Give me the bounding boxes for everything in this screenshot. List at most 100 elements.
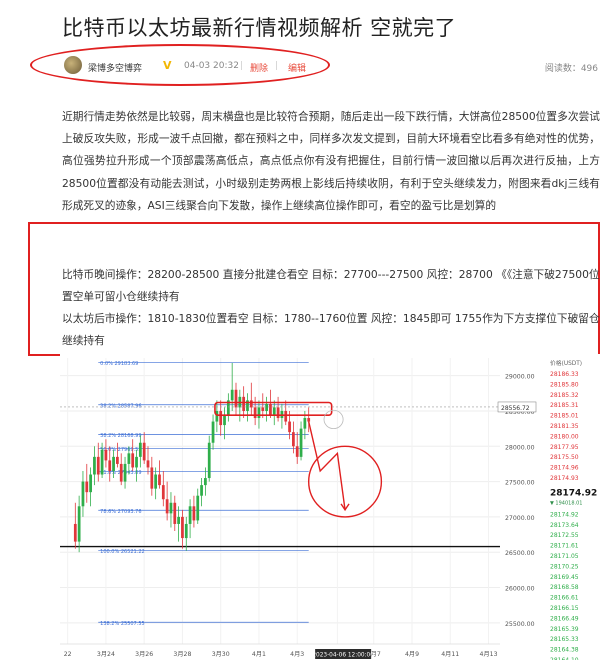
candle-body — [112, 456, 115, 471]
candle-body — [303, 418, 307, 429]
orderbook-header: 价格(USDT) — [550, 359, 582, 367]
candle-body — [104, 449, 108, 461]
candle-body — [138, 442, 142, 457]
candle-body — [119, 463, 123, 482]
candle-body — [188, 506, 192, 524]
orderbook-ask-price: 28177.95 — [550, 444, 579, 451]
orderbook-bid-price: 28165.33 — [550, 636, 579, 643]
orderbook-ask-price: 28175.50 — [550, 454, 579, 461]
candle-body — [154, 474, 158, 489]
orderbook-bid-price: 28169.45 — [550, 574, 579, 581]
article-title: 比特币以太坊最新行情视频解析 空就完了 — [62, 16, 457, 40]
candle-body — [295, 446, 299, 457]
candle-body — [181, 516, 184, 539]
candle-body — [288, 421, 291, 433]
candle-body — [165, 499, 169, 514]
x-axis-tick-label: 3月30 — [212, 651, 230, 658]
current-price-change: ▼ 194018.01 — [550, 500, 582, 506]
orderbook-bid-price: 28166.61 — [550, 595, 579, 602]
y-axis-tick-label: 29000.00 — [505, 374, 535, 381]
orderbook-bid-price: 28171.61 — [550, 543, 579, 550]
candle-body — [223, 414, 226, 426]
eth-operation-text: 以太坊后市操作：1810-1830位置看空 目标：1780--1760位置 风控… — [62, 312, 600, 347]
candle-body — [307, 418, 311, 422]
x-axis-tick-label: 4月13 — [480, 651, 498, 658]
candle-body — [100, 449, 104, 475]
y-axis-tick-label: 28000.00 — [505, 444, 535, 451]
candle-body — [257, 407, 261, 419]
orderbook-ask-price: 28185.80 — [550, 381, 579, 388]
x-axis-tick-label: 3月24 — [97, 651, 115, 658]
candle-body — [108, 460, 112, 471]
orderbook-ask-price: 28174.96 — [550, 465, 579, 472]
x-axis-tick-label: 3月26 — [135, 651, 153, 658]
fib-level-label: 38.2% 28168.99 — [100, 433, 141, 439]
candle-body — [261, 407, 265, 411]
orderbook-ask-price: 28174.93 — [550, 475, 579, 482]
orderbook-bid-price: 28171.05 — [550, 553, 579, 560]
candle-body — [204, 478, 207, 486]
candle-body — [299, 428, 303, 457]
candle-body — [215, 410, 219, 422]
candle-body — [207, 442, 211, 479]
fib-level-label: 0.0% 29183.69 — [100, 361, 138, 367]
candle-body — [276, 407, 280, 419]
candle-body — [158, 474, 161, 486]
chart-background — [60, 354, 600, 660]
x-axis-tick-label: 22 — [64, 651, 72, 658]
candle-body — [73, 523, 77, 542]
orderbook-bid-price: 28164.38 — [550, 647, 579, 654]
y-axis-tick-label: 27500.00 — [505, 480, 535, 487]
read-count: 阅读数：496 — [544, 64, 598, 74]
candle-body — [135, 456, 138, 468]
cursor-price-label: 28556.72 — [501, 405, 530, 412]
orderbook-ask-price: 28181.35 — [550, 423, 579, 430]
orderbook-bid-price: 28170.25 — [550, 563, 579, 570]
current-price: 28174.92 — [550, 488, 597, 498]
fib-level-label: 38.2% 28587.96 — [100, 403, 141, 409]
candle-body — [265, 403, 268, 411]
fib-level-label: 138.2% 25507.55 — [100, 621, 145, 627]
candle-body — [230, 389, 234, 401]
orderbook-bid-price: 28173.64 — [550, 522, 579, 529]
x-axis-tick-label: 3月28 — [173, 651, 191, 658]
candle-body — [77, 506, 81, 542]
candle-body — [131, 453, 135, 468]
orderbook-panel — [545, 354, 600, 660]
candle-body — [81, 481, 85, 507]
highlight-ellipse-annotation — [30, 44, 330, 86]
orderbook-bid-price: 28166.15 — [550, 605, 579, 612]
btc-operation-text: 比特币晚间操作：28200-28500 直接分批建仓看空 目标：27700---… — [62, 268, 600, 303]
candle-body — [269, 403, 272, 415]
candle-body — [177, 516, 180, 524]
x-axis-tick-label: 4月1 — [252, 651, 266, 658]
orderbook-bid-price: 28172.55 — [550, 532, 579, 539]
candle-body — [242, 396, 246, 411]
orderbook-bid-price: 28166.49 — [550, 615, 579, 622]
candle-body — [116, 456, 119, 464]
orderbook-ask-price: 28186.33 — [550, 371, 579, 378]
candle-body — [146, 460, 150, 468]
article-body-paragraph: 近期行情走势依然是比较弱，周末横盘也是比较符合预期，随后走出一段下跌行情，大饼高… — [62, 110, 600, 212]
candlestick-chart: 0.0% 29183.69 38.2% 28587.96 38.2% 28168.9… — [60, 354, 600, 660]
y-axis-tick-label: 26500.00 — [505, 550, 535, 557]
operation-section: 比特币晚间操作：28200-28500 直接分批建仓看空 目标：27700---… — [62, 264, 600, 352]
candle-body — [161, 485, 165, 500]
orderbook-bid-price: 28165.39 — [550, 626, 579, 633]
candle-body — [284, 410, 288, 422]
candle-body — [249, 400, 253, 408]
candle-body — [123, 463, 127, 482]
orderbook-ask-price: 28185.31 — [550, 402, 579, 409]
candle-body — [253, 407, 257, 419]
candle-body — [200, 485, 203, 496]
y-axis-tick-label: 26000.00 — [505, 586, 535, 593]
orderbook-ask-price: 28185.01 — [550, 413, 579, 420]
candle-body — [184, 523, 188, 539]
y-axis-tick-label: 27000.00 — [505, 515, 535, 522]
orderbook-bid-price: 28174.92 — [550, 511, 579, 518]
x-axis-tick-label: 4月11 — [441, 651, 459, 658]
price-chart-image: 0.0% 29183.69 38.2% 28587.96 38.2% 28168.9… — [60, 354, 600, 660]
candle-body — [173, 502, 177, 524]
fib-level-label: 100.0% 26521.22 — [100, 549, 145, 555]
orderbook-ask-price: 28180.00 — [550, 433, 579, 440]
